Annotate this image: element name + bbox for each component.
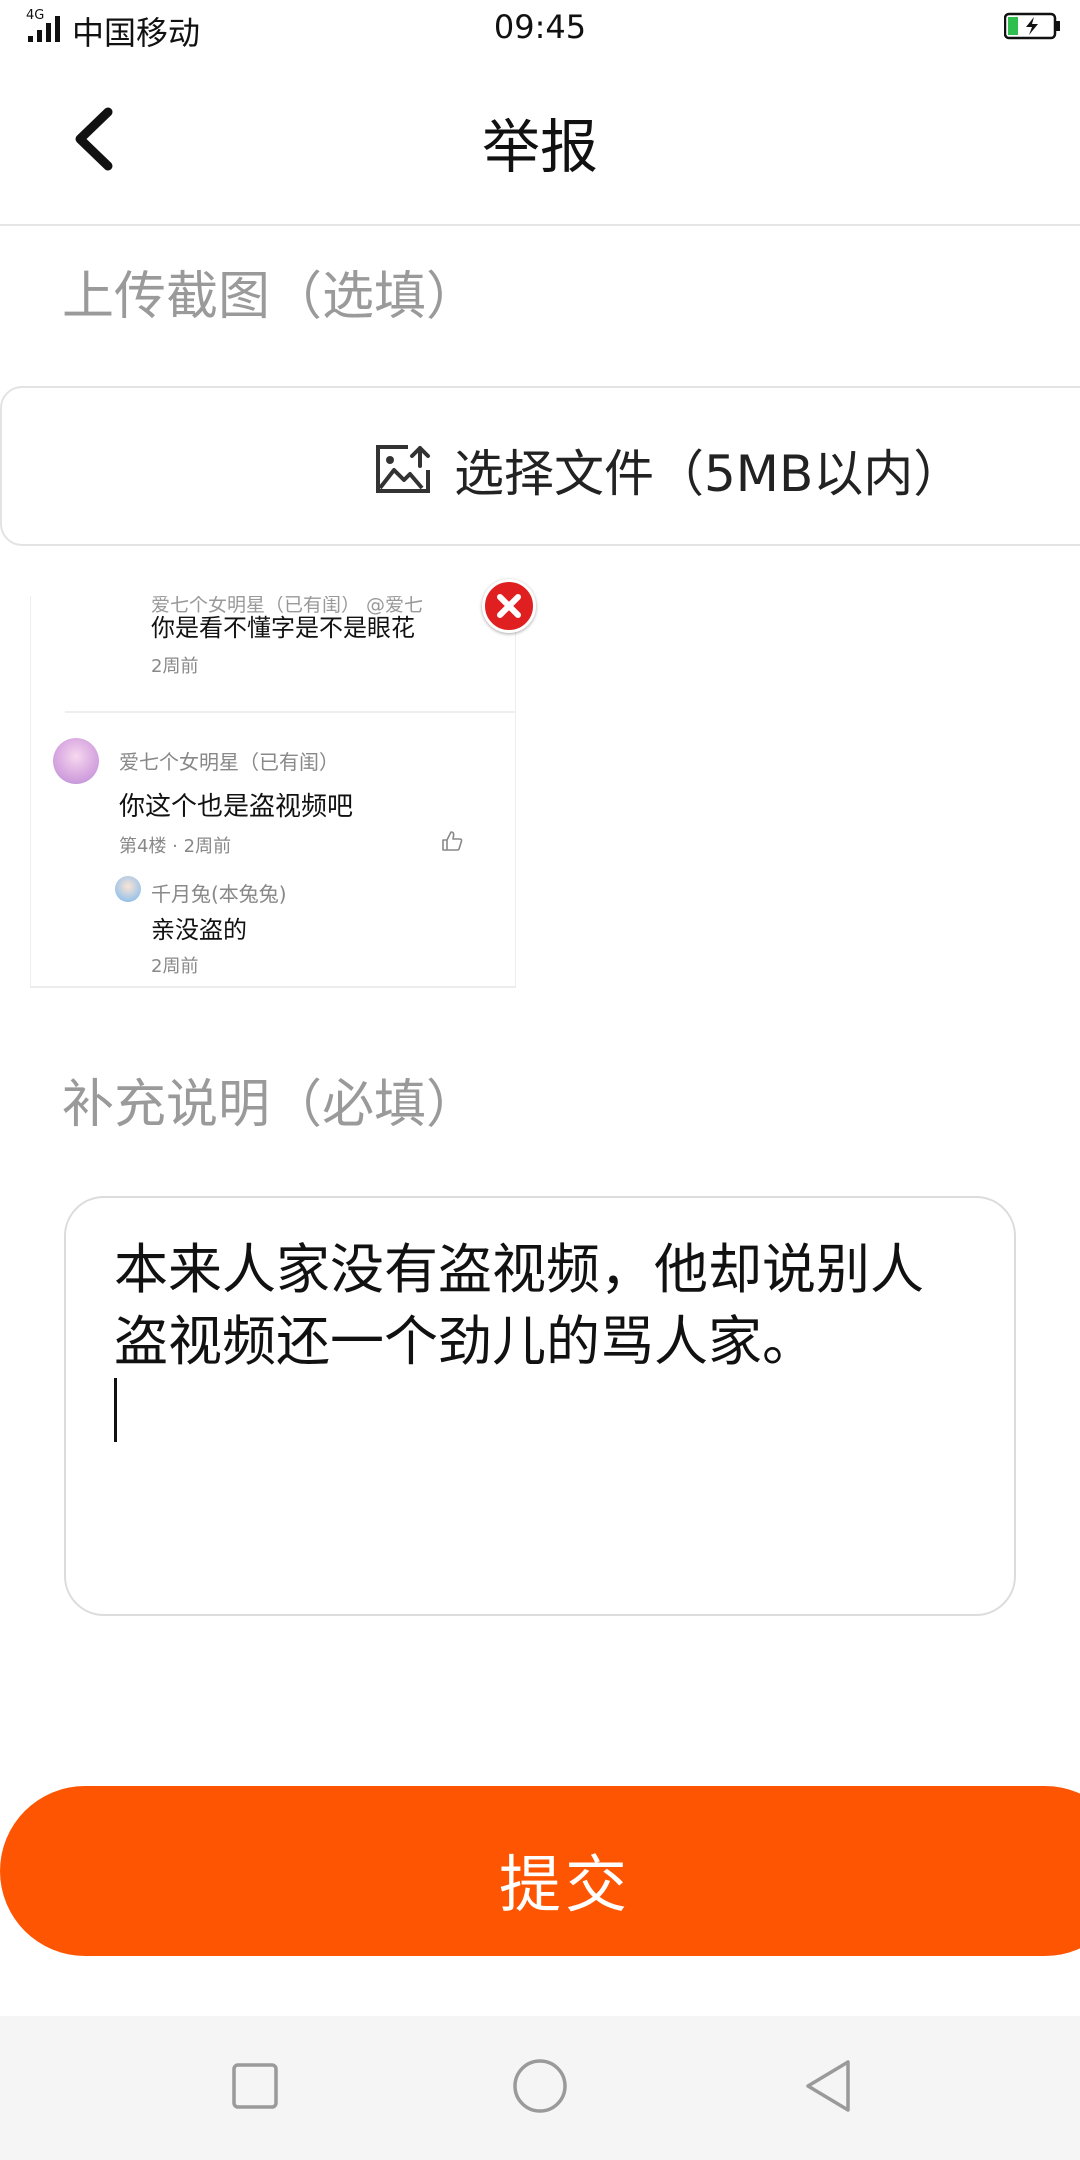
submit-button[interactable]: 提交 bbox=[0, 1786, 1080, 1956]
thumb-comment1-text: 你是看不懂字是不是眼花 bbox=[151, 614, 415, 642]
file-picker-button[interactable]: 选择文件（5MB以内） bbox=[0, 386, 1080, 546]
uploaded-screenshot-thumbnail: 爱七个女明星（已有闺） @爱七 你是看不懂字是不是眼花 2周前 爱七个女明星（已… bbox=[30, 596, 516, 988]
thumb-reply-time: 2周前 bbox=[151, 956, 199, 977]
submit-label: 提交 bbox=[498, 1848, 631, 1921]
thumb-comment2-text: 你这个也是盗视频吧 bbox=[119, 792, 354, 822]
thumbs-up-icon bbox=[442, 831, 463, 851]
back-triangle-icon[interactable] bbox=[790, 2046, 870, 2126]
battery-charging-icon bbox=[1004, 12, 1060, 40]
description-textarea[interactable]: 本来人家没有盗视频，他却说别人盗视频还一个劲儿的骂人家。 bbox=[64, 1196, 1016, 1616]
thumb-comment1-time: 2周前 bbox=[151, 656, 199, 677]
close-icon bbox=[497, 594, 521, 618]
home-icon[interactable] bbox=[500, 2046, 580, 2126]
page-title: 举报 bbox=[481, 113, 598, 181]
thumb-divider bbox=[65, 711, 515, 713]
image-upload-icon bbox=[376, 445, 430, 493]
description-section-label: 补充说明（必填） bbox=[62, 1075, 479, 1135]
thumb-comment2-meta: 第4楼 · 2周前 bbox=[119, 836, 232, 857]
upload-section-label: 上传截图（选填） bbox=[62, 267, 479, 327]
header: 举报 bbox=[0, 58, 1080, 226]
remove-screenshot-button[interactable] bbox=[482, 579, 536, 633]
file-picker-label: 选择文件（5MB以内） bbox=[454, 445, 964, 503]
thumb-comment2-user: 爱七个女明星（已有闺） bbox=[119, 750, 339, 774]
thumb-reply-user: 千月兔(本兔兔) bbox=[151, 882, 287, 906]
text-cursor bbox=[114, 1378, 117, 1442]
status-time: 09:45 bbox=[493, 8, 587, 46]
recent-apps-icon[interactable] bbox=[215, 2046, 295, 2126]
description-text: 本来人家没有盗视频，他却说别人盗视频还一个劲儿的骂人家。 bbox=[114, 1238, 924, 1373]
system-nav-bar bbox=[0, 2016, 1080, 2160]
avatar bbox=[115, 876, 141, 902]
thumb-reply-text: 亲没盗的 bbox=[151, 916, 247, 944]
avatar bbox=[53, 738, 99, 784]
status-bar: 4G 中国移动 09:45 bbox=[0, 0, 1080, 58]
